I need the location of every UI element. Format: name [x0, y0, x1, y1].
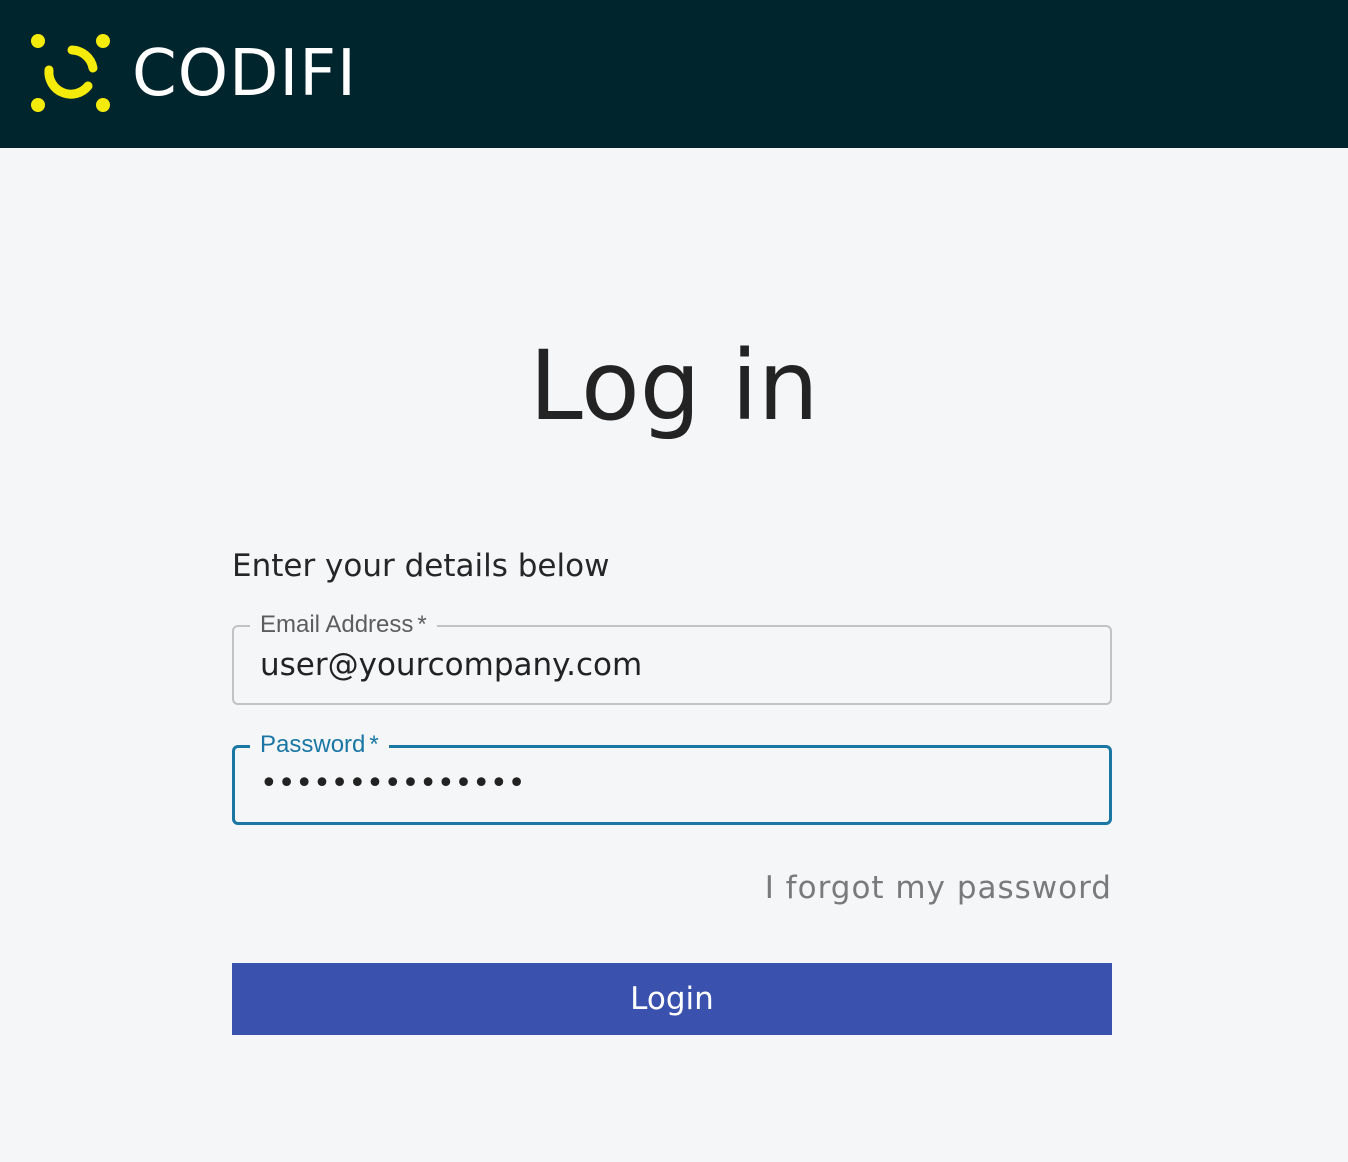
brand-name: CODIFI — [132, 37, 357, 111]
email-field-label: Email Address * — [250, 609, 437, 641]
email-input[interactable] — [260, 645, 1080, 685]
page-title: Log in — [529, 330, 819, 442]
top-bar: CODIFI — [0, 0, 1348, 148]
form-subtitle: Enter your details below — [232, 548, 610, 584]
codifi-logo-icon — [31, 34, 110, 112]
email-field[interactable]: Email Address * — [232, 609, 1112, 705]
required-marker: * — [417, 611, 427, 638]
forgot-password-link[interactable]: I forgot my password — [765, 868, 1112, 908]
password-field-label: Password * — [250, 729, 389, 761]
login-button[interactable]: Login — [232, 963, 1112, 1035]
required-marker: * — [369, 731, 379, 758]
password-field[interactable]: Password * ••••••••••••••• — [232, 729, 1112, 825]
password-input[interactable]: ••••••••••••••• — [260, 764, 1080, 804]
